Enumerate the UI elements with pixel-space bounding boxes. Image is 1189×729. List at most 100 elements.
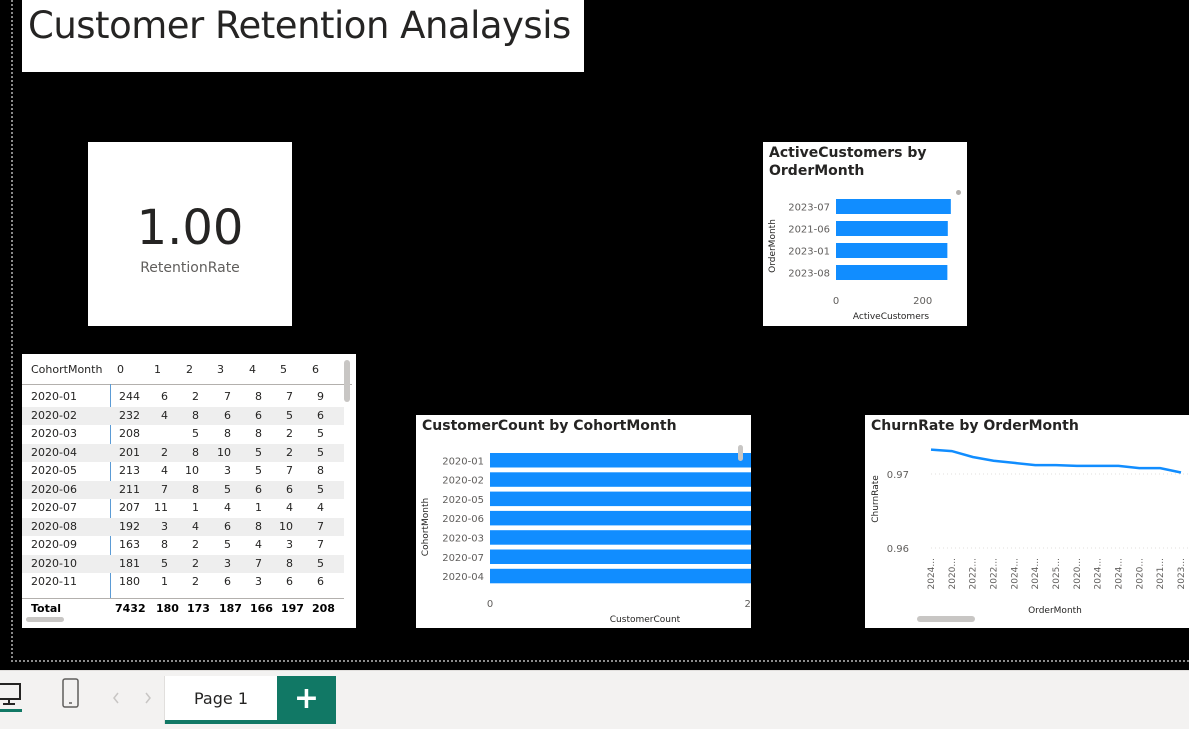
matrix-cell: 3 xyxy=(161,519,168,533)
bar xyxy=(836,265,948,280)
matrix-cell: 5 xyxy=(317,556,324,570)
bar xyxy=(490,530,751,545)
matrix-row: 2020-09 163 8 2 5 4 3 7 xyxy=(22,536,344,555)
matrix-col-header[interactable]: 1 xyxy=(154,363,161,376)
matrix-horizontal-scrollbar[interactable] xyxy=(26,617,64,622)
total-cell: 7432 xyxy=(115,602,146,615)
y-tick-label: 2020-03 xyxy=(442,533,484,544)
matrix-cell: 6 xyxy=(286,482,293,496)
matrix-cell: 5 xyxy=(192,427,199,440)
cohort-matrix[interactable]: CohortMonth 0 1 2 3 4 5 6 2020-01 244 6 2 7 8… xyxy=(22,354,356,628)
matrix-row-label[interactable]: 2020-06 xyxy=(31,483,77,496)
chevron-left-icon[interactable] xyxy=(110,690,122,706)
matrix-cell: 8 xyxy=(192,445,199,459)
matrix-row-label[interactable]: 2020-04 xyxy=(31,446,77,459)
x-tick-label: 2022... xyxy=(990,558,1000,590)
y-tick-label: 2020-02 xyxy=(442,476,484,487)
active-customers-chart[interactable]: ActiveCustomers by OrderMonth 2023-07 202… xyxy=(763,142,967,326)
matrix-cell: 2 xyxy=(161,445,168,459)
title-textbox[interactable]: Customer Retention Analaysis xyxy=(22,0,584,72)
matrix-row-label[interactable]: 2020-01 xyxy=(31,390,77,403)
matrix-row: 2020-01 244 6 2 7 8 7 9 xyxy=(22,388,344,407)
matrix-cell: 4 xyxy=(317,501,324,514)
total-cell: 180 xyxy=(156,602,179,615)
y-tick-label: 2020-07 xyxy=(442,553,484,564)
matrix-cell: 8 xyxy=(317,464,324,477)
matrix-row-label[interactable]: 2020-03 xyxy=(31,427,77,440)
matrix-row-label[interactable]: 2020-09 xyxy=(31,538,77,551)
series-line xyxy=(930,448,1182,474)
bar xyxy=(490,453,751,468)
total-cell: 173 xyxy=(187,602,210,615)
y-tick-label: 2020-01 xyxy=(442,456,484,467)
bar xyxy=(490,491,751,507)
matrix-cell: 6 xyxy=(224,408,231,422)
matrix-row-label[interactable]: 2020-02 xyxy=(31,409,77,422)
matrix-row-label[interactable]: 2020-07 xyxy=(31,501,77,514)
scrollbar[interactable] xyxy=(956,190,961,195)
matrix-cell: 10 xyxy=(217,445,231,459)
matrix-row: 2020-03 208 5 8 8 2 5 xyxy=(22,425,344,444)
matrix-cell: 5 xyxy=(224,482,231,496)
matrix-cell: 6 xyxy=(255,408,262,422)
bar xyxy=(490,510,751,526)
y-axis-title: CohortMonth xyxy=(421,498,431,556)
matrix-cell: 1 xyxy=(192,501,199,514)
matrix-row-header[interactable]: CohortMonth xyxy=(31,363,102,376)
x-tick-label: 2024... xyxy=(1010,558,1020,590)
matrix-cell: 7 xyxy=(317,519,324,533)
matrix-col-header[interactable]: 0 xyxy=(117,363,124,376)
matrix-cell: 5 xyxy=(161,556,168,570)
x-tick-label: 2021... xyxy=(1156,558,1166,590)
churn-rate-chart[interactable]: ChurnRate by OrderMonth 0.97 0.96 2024... 2… xyxy=(865,415,1189,628)
matrix-cell: 2 xyxy=(286,445,293,459)
matrix-col-header[interactable]: 2 xyxy=(186,363,193,376)
bar xyxy=(836,243,948,258)
matrix-vertical-scrollbar[interactable] xyxy=(344,360,350,402)
chevron-right-icon[interactable] xyxy=(142,690,154,706)
y-tick-label: 2023-07 xyxy=(788,203,830,214)
matrix-row-label[interactable]: 2020-08 xyxy=(31,520,77,533)
card-label: RetentionRate xyxy=(140,260,240,276)
churn-rate-svg: 0.97 0.96 2024... 2020... 2022... 2022... 2024… xyxy=(871,448,1189,616)
matrix-cell: 3 xyxy=(224,556,231,570)
bar xyxy=(490,549,751,564)
matrix-cell: 4 xyxy=(224,501,231,514)
desktop-view-icon[interactable] xyxy=(0,681,24,713)
x-tick-label: 2020... xyxy=(1073,558,1083,590)
matrix-cell: 2 xyxy=(192,575,199,588)
matrix-cell: 5 xyxy=(224,538,231,551)
scrollbar[interactable] xyxy=(738,445,743,461)
mobile-view-icon[interactable] xyxy=(60,678,82,710)
x-tick-label: 2025... xyxy=(1052,558,1062,590)
page-tab[interactable]: Page 1 xyxy=(164,676,278,724)
matrix-row-label[interactable]: 2020-05 xyxy=(31,464,77,477)
matrix-col-header[interactable]: 6 xyxy=(312,363,319,376)
matrix-cell: 8 xyxy=(224,427,231,440)
y-tick-label: 2023-08 xyxy=(788,269,830,280)
add-page-button[interactable]: + xyxy=(277,676,336,724)
matrix-cell: 232 xyxy=(119,408,140,422)
matrix-cell: 6 xyxy=(255,482,262,496)
matrix-col-header[interactable]: 3 xyxy=(217,363,224,376)
matrix-row: 2020-05 213 4 10 3 5 7 8 xyxy=(22,462,344,481)
x-axis-title: ActiveCustomers xyxy=(853,312,930,322)
matrix-body: 2020-01 244 6 2 7 8 7 9 2020-02 232 4 8 6 6 5 6 2020-03 2… xyxy=(22,388,344,592)
matrix-cell: 8 xyxy=(255,519,262,533)
customer-count-chart[interactable]: CustomerCount by CohortMonth 2020-01 2020… xyxy=(416,415,751,628)
matrix-cell: 7 xyxy=(255,556,262,570)
matrix-col-header[interactable]: 4 xyxy=(249,363,256,376)
matrix-row-label[interactable]: 2020-11 xyxy=(31,575,77,588)
horizontal-scrollbar[interactable] xyxy=(917,616,975,622)
matrix-row-label[interactable]: 2020-10 xyxy=(31,557,77,570)
x-tick-label: 2022... xyxy=(969,558,979,590)
matrix-cell: 4 xyxy=(286,501,293,514)
bar xyxy=(836,199,951,214)
matrix-cell: 4 xyxy=(192,519,199,533)
matrix-cell: 181 xyxy=(119,556,140,570)
x-tick-label: 2020... xyxy=(948,558,958,590)
matrix-cell: 244 xyxy=(119,390,140,403)
matrix-col-header[interactable]: 5 xyxy=(280,363,287,376)
retention-rate-card[interactable]: 1.00 RetentionRate xyxy=(88,142,292,326)
matrix-row: 2020-04 201 2 8 10 5 2 5 xyxy=(22,443,344,462)
